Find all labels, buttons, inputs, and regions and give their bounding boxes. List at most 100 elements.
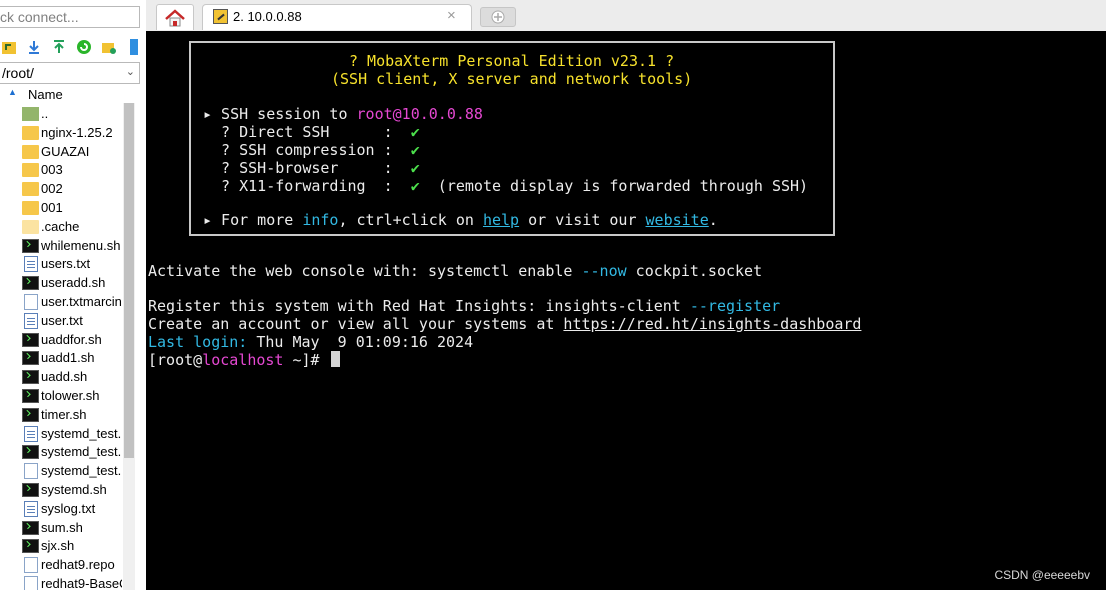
folder-icon	[22, 163, 39, 178]
check-icon: ✔	[410, 159, 420, 177]
file-list-item[interactable]: systemd_test.	[0, 462, 122, 481]
file-name: whilemenu.sh	[41, 237, 121, 253]
shell-script-icon	[22, 332, 39, 347]
watermark: CSDN @eeeeebv	[994, 568, 1090, 582]
file-name: redhat9.repo	[41, 557, 115, 573]
more-tools-icon[interactable]	[125, 38, 143, 56]
file-list-item[interactable]: ..	[0, 105, 122, 124]
banner-item-direct-ssh: ? Direct SSH : ✔	[203, 123, 420, 141]
file-list-item[interactable]: systemd_test.	[0, 443, 122, 462]
file-list-item[interactable]: syslog.txt	[0, 500, 122, 519]
upload-icon[interactable]	[50, 38, 68, 56]
check-icon: ✔	[410, 177, 420, 195]
tab-session[interactable]: 2. 10.0.0.88 ×	[202, 4, 472, 30]
shell-script-icon	[22, 539, 39, 554]
name-column-header[interactable]: ▲ Name	[0, 86, 122, 104]
file-list-item[interactable]: users.txt	[0, 255, 122, 274]
check-icon: ✔	[410, 123, 420, 141]
file-list-item[interactable]: user.txt	[0, 312, 122, 331]
home-tab[interactable]	[156, 4, 194, 30]
activate-console-line: Activate the web console with: systemctl…	[148, 262, 762, 280]
insights-dashboard-link[interactable]: https://red.ht/insights-dashboard	[563, 315, 861, 333]
parent-folder-icon[interactable]	[0, 38, 18, 56]
file-list-item[interactable]: sum.sh	[0, 519, 122, 538]
text-file-icon	[24, 425, 38, 442]
file-list-item[interactable]: useradd.sh	[0, 274, 122, 293]
folder-icon	[22, 125, 39, 140]
file-name: sum.sh	[41, 519, 83, 535]
file-list-item[interactable]: redhat9-BaseC	[0, 575, 122, 590]
file-list-item[interactable]: uadd1.sh	[0, 349, 122, 368]
file-list-item[interactable]: uadd.sh	[0, 368, 122, 387]
website-link[interactable]: website	[646, 211, 709, 229]
session-host: root@10.0.0.88	[356, 105, 483, 123]
new-folder-icon[interactable]	[100, 38, 118, 56]
mobaxterm-banner: ? MobaXterm Personal Edition v23.1 ? (SS…	[189, 41, 835, 236]
chevron-down-icon: ⌄	[125, 66, 135, 78]
activate-end: cockpit.socket	[626, 262, 763, 280]
path-value: /root/	[2, 65, 34, 81]
item-label: ? Direct SSH :	[203, 123, 411, 141]
file-list-item[interactable]: tolower.sh	[0, 387, 122, 406]
file-list-item[interactable]: nginx-1.25.2	[0, 124, 122, 143]
file-list-item[interactable]: systemd_test.	[0, 425, 122, 444]
file-name: useradd.sh	[41, 275, 106, 291]
more-end: .	[708, 211, 718, 229]
terminal-pane[interactable]: ? MobaXterm Personal Edition v23.1 ? (SS…	[146, 31, 1106, 590]
shell-script-icon	[22, 351, 39, 366]
file-name: tolower.sh	[41, 387, 100, 403]
banner-title: ? MobaXterm Personal Edition v23.1 ?	[349, 52, 675, 70]
file-icon	[24, 557, 38, 574]
item-label: ? SSH compression :	[203, 141, 411, 159]
info-link[interactable]: info	[302, 211, 338, 229]
file-name: .cache	[41, 218, 80, 234]
file-list-item[interactable]: whilemenu.sh	[0, 237, 122, 256]
file-name: 001	[41, 199, 63, 215]
file-name: uadd.sh	[41, 369, 88, 385]
account-line: Create an account or view all your syste…	[148, 315, 861, 333]
file-list-item[interactable]: systemd.sh	[0, 481, 122, 500]
file-name: nginx-1.25.2	[41, 124, 113, 140]
banner-more-line: ▸ For more info, ctrl+click on help or v…	[203, 211, 718, 229]
refresh-icon[interactable]	[75, 38, 93, 56]
new-tab-button[interactable]	[480, 7, 516, 27]
session-prefix: ▸ SSH session to	[203, 105, 357, 123]
file-name: systemd.sh	[41, 481, 107, 497]
column-header-label: Name	[28, 87, 63, 102]
file-list-item[interactable]: timer.sh	[0, 406, 122, 425]
file-list-item[interactable]: .cache	[0, 218, 122, 237]
banner-item-x11-forwarding: ? X11-forwarding : ✔ (remote display is …	[203, 177, 808, 195]
file-name: user.txtmarcin	[41, 293, 122, 309]
text-file-icon	[24, 312, 38, 329]
shell-script-icon	[22, 238, 39, 253]
tab-bar: 2. 10.0.0.88 ×	[146, 0, 1106, 32]
scrollbar-thumb[interactable]	[124, 103, 134, 458]
more-prefix: ▸ For more	[203, 211, 303, 229]
activate-flag: --now	[581, 262, 627, 280]
check-icon: ✔	[410, 141, 420, 159]
file-list-item[interactable]: 002	[0, 180, 122, 199]
file-name: user.txt	[41, 312, 83, 328]
close-icon[interactable]: ×	[447, 7, 456, 24]
file-list-item[interactable]: 003	[0, 161, 122, 180]
file-list: .. nginx-1.25.2 GUAZAI 003 002 001 .cache while…	[0, 105, 122, 590]
account-prefix: Create an account or view all your syste…	[148, 315, 564, 333]
file-list-item[interactable]: uaddfor.sh	[0, 331, 122, 350]
help-link[interactable]: help	[483, 211, 519, 229]
download-icon[interactable]	[25, 38, 43, 56]
quick-connect-input[interactable]: ck connect...	[0, 6, 140, 28]
text-file-icon	[24, 256, 38, 273]
shell-prompt[interactable]: [root@localhost ~]#	[148, 351, 340, 369]
banner-subtitle: (SSH client, X server and network tools)	[331, 70, 693, 88]
file-list-item[interactable]: redhat9.repo	[0, 556, 122, 575]
file-name: users.txt	[41, 256, 91, 272]
file-list-item[interactable]: GUAZAI	[0, 143, 122, 162]
file-list-item[interactable]: sjx.sh	[0, 537, 122, 556]
file-list-item[interactable]: 001	[0, 199, 122, 218]
path-dropdown[interactable]: /root/ ⌄	[0, 62, 140, 84]
file-list-item[interactable]: user.txtmarcin	[0, 293, 122, 312]
banner-session-line: ▸ SSH session to root@10.0.0.88	[203, 105, 483, 123]
file-name: systemd_test.	[41, 463, 122, 479]
file-name: systemd_test.	[41, 444, 122, 460]
file-list-scrollbar[interactable]	[123, 103, 135, 590]
